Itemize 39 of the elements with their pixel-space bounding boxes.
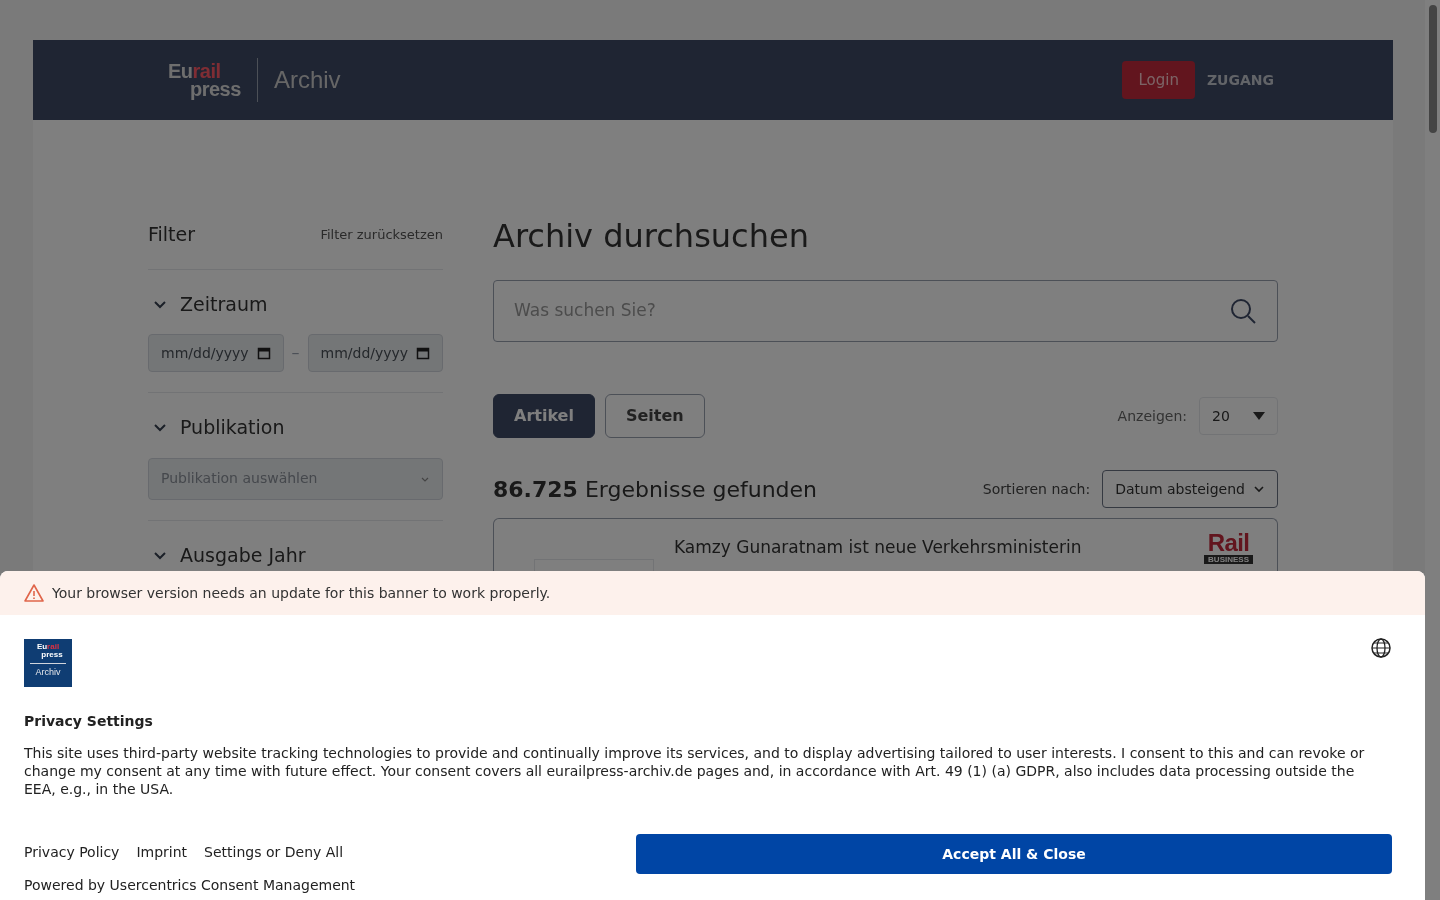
show-label: Anzeigen: xyxy=(1117,406,1187,426)
section-title[interactable]: Publikation xyxy=(180,413,285,442)
section-title[interactable]: Zeitraum xyxy=(180,289,268,318)
accept-all-button[interactable]: Accept All & Close xyxy=(636,834,1392,874)
login-button[interactable]: Login xyxy=(1122,61,1195,99)
section-title[interactable]: Ausgabe Jahr xyxy=(180,540,306,569)
privacy-title: Privacy Settings xyxy=(24,712,154,731)
sort-select[interactable]: Datum absteigend xyxy=(1102,470,1278,508)
date-field[interactable]: mm/dd/yyyy xyxy=(307,334,443,372)
page-size-select[interactable]: 20 xyxy=(1199,397,1278,435)
archive-label: Archiv xyxy=(273,65,341,95)
result-type-tab[interactable]: Artikel xyxy=(493,394,595,438)
page-heading: Archiv durchsuchen xyxy=(493,216,810,257)
date-field[interactable]: mm/dd/yyyy xyxy=(148,334,284,372)
warning-icon xyxy=(24,584,44,602)
sort-label: Sortieren nach: xyxy=(982,479,1091,499)
article-title[interactable]: Kamzy Gunaratnam ist neue Verkehrsministerin xyxy=(674,537,1082,557)
calendar-icon xyxy=(416,346,430,360)
scrollbar[interactable] xyxy=(1425,0,1440,900)
consent-link[interactable]: Privacy Policy xyxy=(24,842,120,863)
access-link[interactable]: ZUGANG xyxy=(1202,69,1278,91)
eurailpress-logo[interactable]: Eurail press xyxy=(168,62,241,98)
filter-heading: Filter xyxy=(148,222,196,247)
language-globe-icon[interactable] xyxy=(1370,637,1392,659)
consent-text: This site uses third-party website tracking technologies to provide and continually improve its services, and to display advertising tailored to user interests. I consent to this and can revoke or change my consent at any time with future effect. Your consent covers all eurailpress-archiv.de pages and, in accordance with Art. 49 (1) (a) GDPR, also includes data processing outside the EEA, e.g., in the USA. xyxy=(24,744,1366,798)
warning-text: Your browser version needs an update for this banner to work properly. xyxy=(52,583,551,603)
archive-logo: Eurail press Archiv xyxy=(24,639,72,687)
consent-link[interactable]: Imprint xyxy=(136,842,188,863)
result-count: 86.725 Ergebnisse gefunden xyxy=(493,475,817,504)
result-type-tab[interactable]: Seiten xyxy=(604,394,705,438)
chevron-down-icon xyxy=(1253,483,1265,495)
calendar-icon xyxy=(256,346,271,360)
dropdown-triangle-icon xyxy=(1253,412,1265,420)
rail-business-logo: Rail BUSINESS xyxy=(1204,531,1253,564)
reset-filter-link[interactable]: Filter zurücksetzen xyxy=(320,224,443,244)
powered-by-text: Powered by Usercentrics Consent Management xyxy=(24,876,356,895)
search-icon xyxy=(1229,297,1257,325)
range-separator: – xyxy=(291,342,300,364)
consent-link[interactable]: Settings or Deny All xyxy=(204,842,344,863)
